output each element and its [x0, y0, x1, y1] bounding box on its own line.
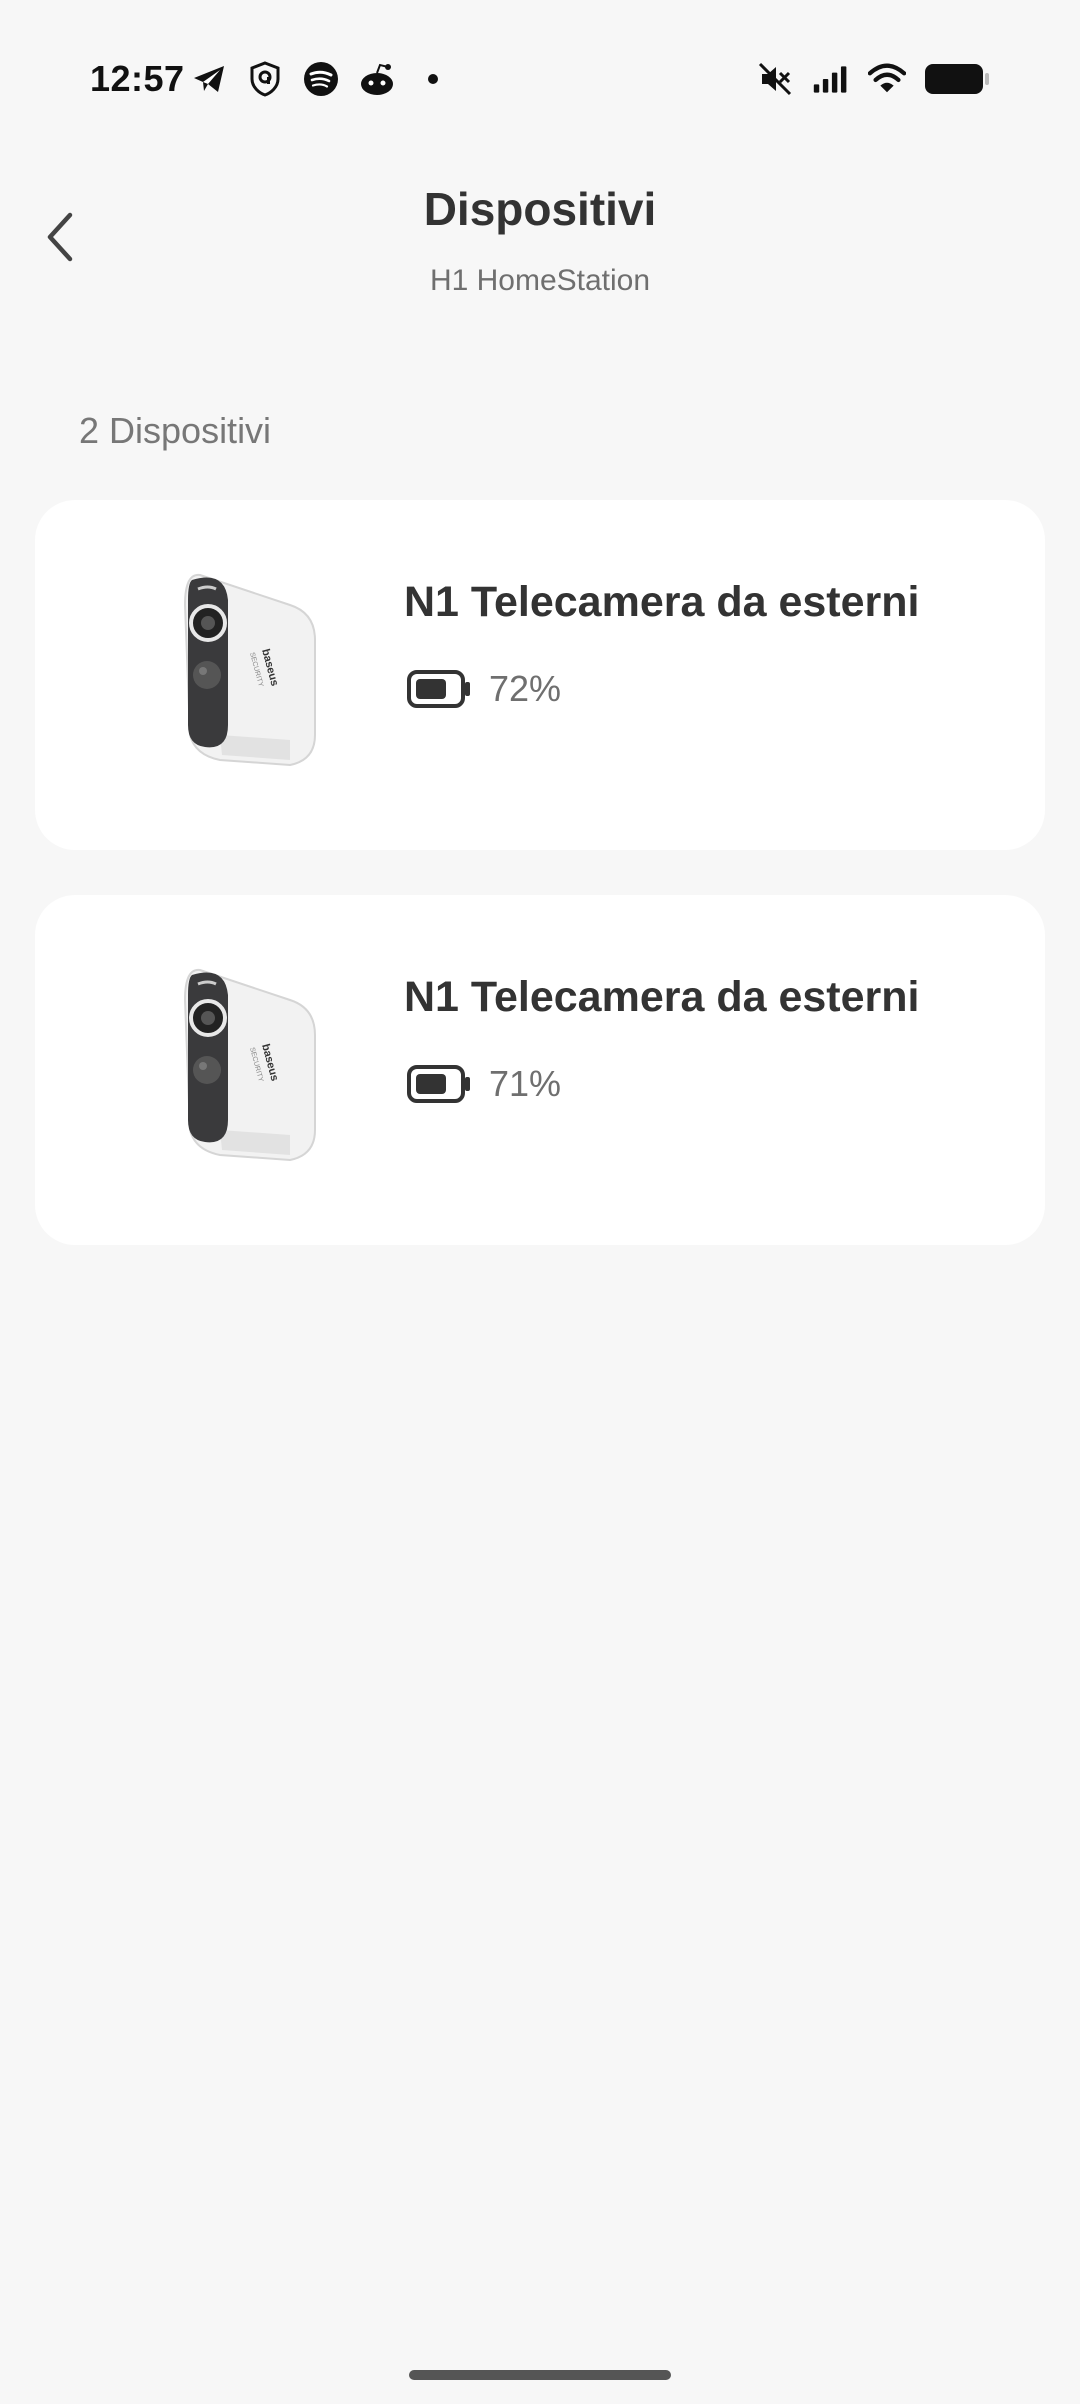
device-card[interactable]: baseus SECURITY N1 Telecamera da esterni…	[35, 500, 1045, 850]
wifi-icon	[868, 60, 906, 98]
battery-icon	[407, 1065, 470, 1103]
device-name: N1 Telecamera da esterni	[404, 973, 920, 1021]
page-title: Dispositivi	[423, 183, 657, 235]
mute-icon	[756, 60, 794, 98]
battery-icon	[407, 670, 470, 708]
device-card[interactable]: baseus SECURITY N1 Telecamera da esterni…	[35, 895, 1045, 1245]
camera-image: baseus SECURITY	[150, 565, 330, 775]
signal-icon	[812, 60, 850, 98]
telegram-icon	[190, 60, 228, 98]
battery-status: 72%	[407, 668, 561, 710]
battery-percentage: 72%	[489, 668, 562, 709]
battery-percentage: 71%	[489, 1063, 562, 1104]
device-count-label: 2 Dispositivi	[79, 410, 272, 451]
shield-icon	[246, 60, 284, 98]
battery-icon	[924, 60, 990, 98]
header: Dispositivi H1 HomeStation	[0, 160, 1080, 340]
page-subtitle: H1 HomeStation	[429, 264, 651, 297]
spotify-icon	[302, 60, 340, 98]
dot-icon	[414, 60, 452, 98]
home-indicator[interactable]	[409, 2370, 671, 2380]
camera-image: baseus SECURITY	[150, 960, 330, 1170]
status-bar: 12:57	[0, 0, 1080, 160]
battery-status: 71%	[407, 1063, 561, 1105]
device-name: N1 Telecamera da esterni	[404, 578, 920, 626]
reddit-icon	[358, 60, 396, 98]
status-time: 12:57	[90, 58, 185, 99]
